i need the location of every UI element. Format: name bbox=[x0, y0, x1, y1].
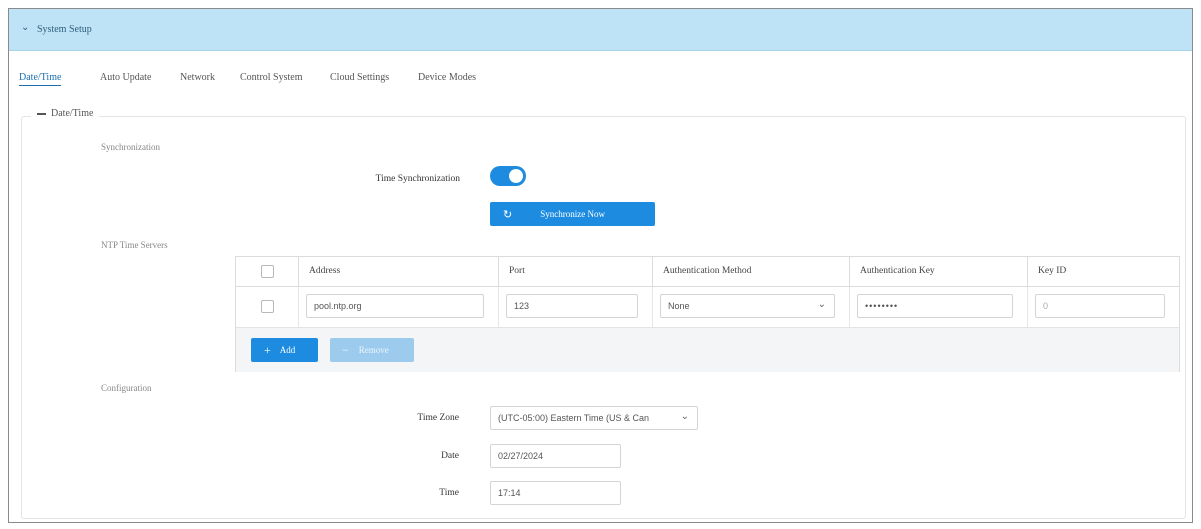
tab-cloud-settings[interactable]: Cloud Settings bbox=[330, 72, 389, 83]
synchronization-section-label: Synchronization bbox=[101, 142, 160, 152]
port-cell: 123 bbox=[498, 287, 652, 327]
key-id-cell: 0 bbox=[1027, 287, 1179, 327]
key-id-input[interactable]: 0 bbox=[1035, 294, 1165, 318]
chevron-down-icon: ⌄ bbox=[680, 411, 689, 422]
chevron-down-icon: ⌄ bbox=[21, 22, 30, 33]
tab-date-time[interactable]: Date/Time bbox=[19, 72, 62, 86]
auth-method-cell: None ⌄ bbox=[652, 287, 849, 327]
address-cell: pool.ntp.org bbox=[298, 287, 498, 327]
table-row: pool.ntp.org 123 None ⌄ •••••••• 0 bbox=[236, 287, 1179, 327]
auth-key-input[interactable]: •••••••• bbox=[857, 294, 1013, 318]
chevron-down-icon: ⌄ bbox=[817, 299, 826, 310]
tab-control-system[interactable]: Control System bbox=[240, 72, 303, 83]
remove-button[interactable]: − Remove bbox=[330, 338, 414, 362]
ntp-servers-table: Address Port Authentication Method Authe… bbox=[235, 256, 1180, 372]
column-address: Address bbox=[298, 257, 498, 287]
toggle-knob bbox=[509, 169, 523, 183]
time-synchronization-label: Time Synchronization bbox=[375, 174, 460, 184]
system-setup-header[interactable]: ⌄ System Setup bbox=[9, 9, 1192, 51]
add-button[interactable]: + Add bbox=[251, 338, 318, 362]
ntp-servers-section-label: NTP Time Servers bbox=[101, 240, 168, 250]
auth-method-select[interactable]: None ⌄ bbox=[660, 294, 835, 318]
refresh-icon: ↻ bbox=[503, 208, 513, 221]
column-auth-method: Authentication Method bbox=[652, 257, 849, 287]
time-zone-select[interactable]: (UTC-05:00) Eastern Time (US & Can ⌄ bbox=[490, 406, 698, 430]
tab-device-modes[interactable]: Device Modes bbox=[418, 72, 476, 83]
synchronize-now-label: Synchronize Now bbox=[540, 209, 605, 219]
select-all-checkbox[interactable] bbox=[261, 265, 274, 278]
ntp-table-footer: + Add − Remove bbox=[236, 327, 1179, 372]
address-input[interactable]: pool.ntp.org bbox=[306, 294, 484, 318]
time-input[interactable]: 17:14 bbox=[490, 481, 621, 505]
column-auth-key: Authentication Key bbox=[849, 257, 1027, 287]
date-time-legend[interactable]: Date/Time bbox=[31, 108, 100, 119]
port-input[interactable]: 123 bbox=[506, 294, 638, 318]
system-setup-title: System Setup bbox=[37, 24, 92, 35]
configuration-section-label: Configuration bbox=[101, 383, 152, 393]
add-label: Add bbox=[279, 345, 296, 355]
column-port: Port bbox=[498, 257, 652, 287]
date-input[interactable]: 02/27/2024 bbox=[490, 444, 621, 468]
minus-icon: − bbox=[342, 342, 349, 357]
tab-auto-update[interactable]: Auto Update bbox=[100, 72, 151, 83]
auth-method-value: None bbox=[668, 301, 690, 311]
auth-key-cell: •••••••• bbox=[849, 287, 1027, 327]
ntp-table-header: Address Port Authentication Method Authe… bbox=[236, 257, 1179, 287]
date-label: Date bbox=[441, 451, 459, 461]
time-zone-label: Time Zone bbox=[417, 413, 459, 423]
tab-network[interactable]: Network bbox=[180, 72, 215, 83]
plus-icon: + bbox=[264, 342, 271, 357]
date-time-legend-label: Date/Time bbox=[51, 108, 94, 119]
row-checkbox[interactable] bbox=[261, 300, 274, 313]
time-synchronization-toggle[interactable] bbox=[490, 166, 526, 186]
time-label: Time bbox=[439, 488, 459, 498]
time-zone-value: (UTC-05:00) Eastern Time (US & Can bbox=[498, 413, 650, 423]
collapse-icon bbox=[37, 112, 46, 115]
column-key-id: Key ID bbox=[1027, 257, 1179, 287]
synchronize-now-button[interactable]: ↻ Synchronize Now bbox=[490, 202, 655, 226]
remove-label: Remove bbox=[358, 345, 389, 355]
system-setup-panel: ⌄ System Setup Date/Time Auto Update Net… bbox=[8, 8, 1193, 523]
